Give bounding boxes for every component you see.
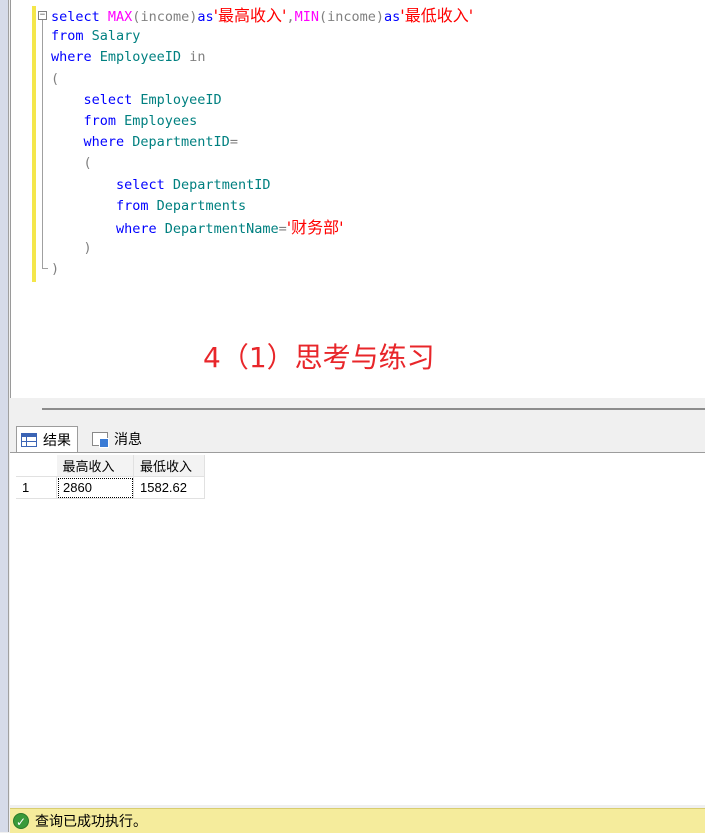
tab-results-label: 结果	[43, 431, 71, 448]
tab-results[interactable]: 结果	[16, 426, 78, 452]
code-line[interactable]: from Employees	[51, 111, 473, 132]
column-header-max-income[interactable]: 最高收入	[56, 455, 134, 477]
code-line[interactable]: select MAX(income)as'最高收入',MIN(income)as…	[51, 5, 473, 26]
annotation-text: 4（1）思考与练习	[203, 341, 435, 374]
code-token: select	[51, 9, 108, 25]
code-token: where	[51, 134, 133, 151]
results-tabs: 结果 消息	[10, 424, 705, 452]
code-token: as	[384, 9, 401, 25]
code-line[interactable]: where DepartmentID=	[51, 132, 473, 153]
results-grid-pane[interactable]: 最高收入 最低收入 1 2860 1582.62	[10, 452, 705, 805]
code-token: DepartmentID	[172, 176, 271, 193]
code-line[interactable]: (	[51, 69, 473, 90]
messages-icon	[92, 432, 109, 448]
splitter-line	[42, 408, 705, 410]
window-edge	[0, 0, 9, 832]
code-line[interactable]: from Departments	[51, 196, 473, 217]
code-token: )	[51, 261, 60, 278]
change-tracking-bar	[32, 6, 36, 282]
row-header-corner[interactable]	[16, 455, 57, 477]
cell-min-income[interactable]: 1582.62	[133, 476, 205, 499]
code-token: Departments	[156, 197, 247, 214]
code-line[interactable]: )	[51, 259, 473, 280]
grid-icon	[21, 432, 37, 447]
code-token: '最低收入'	[400, 6, 474, 25]
code-token: select	[51, 91, 141, 108]
code-token: income	[140, 9, 190, 25]
code-token: from	[51, 28, 92, 45]
code-token: MIN	[294, 9, 319, 25]
query-editor[interactable]: − select MAX(income)as'最高收入',MIN(income)…	[10, 0, 705, 398]
sql-code[interactable]: select MAX(income)as'最高收入',MIN(income)as…	[51, 5, 473, 280]
collapse-icon[interactable]: −	[38, 11, 47, 20]
code-token: select	[51, 176, 173, 193]
code-token: where	[51, 49, 100, 66]
row-number[interactable]: 1	[16, 476, 57, 499]
code-line[interactable]: select DepartmentID	[51, 175, 473, 196]
code-token: Salary	[91, 28, 141, 45]
code-token: =	[229, 134, 238, 151]
code-token: where	[51, 220, 165, 237]
code-token: )	[51, 240, 92, 257]
code-token: '财务部'	[286, 217, 344, 237]
code-line[interactable]: from Salary	[51, 26, 473, 47]
tab-messages-label: 消息	[114, 431, 142, 447]
check-icon: ✓	[13, 813, 29, 829]
code-token: DepartmentID	[132, 134, 230, 151]
code-token: DepartmentName	[164, 220, 279, 237]
code-line[interactable]: where DepartmentName='财务部'	[51, 217, 473, 238]
code-line[interactable]: )	[51, 238, 473, 259]
code-token: Employees	[124, 112, 198, 129]
code-token: (	[318, 9, 328, 25]
status-message: 查询已成功执行。	[35, 813, 147, 829]
outline-guide-end	[42, 268, 48, 269]
code-line[interactable]: (	[51, 153, 473, 174]
editor-gutter	[11, 0, 33, 398]
tab-messages[interactable]: 消息	[88, 426, 148, 452]
results-grid: 最高收入 最低收入 1 2860 1582.62	[16, 455, 205, 499]
code-line[interactable]: select EmployeeID	[51, 90, 473, 111]
pane-splitter[interactable]	[10, 398, 705, 420]
status-bar: ✓ 查询已成功执行。	[10, 808, 705, 833]
code-token: from	[51, 197, 157, 214]
code-token: (	[51, 70, 60, 87]
code-token: in	[189, 49, 206, 66]
cell-max-income[interactable]: 2860	[56, 476, 134, 499]
code-token: EmployeeID	[140, 91, 222, 108]
code-token: EmployeeID	[99, 49, 190, 66]
code-line[interactable]: where EmployeeID in	[51, 47, 473, 68]
column-header-min-income[interactable]: 最低收入	[133, 455, 205, 477]
code-token: income	[327, 9, 376, 25]
code-token: (	[51, 155, 92, 172]
code-token: =	[278, 220, 287, 237]
code-token: ,	[286, 9, 295, 25]
code-token: as	[197, 9, 214, 25]
outline-guide	[42, 20, 43, 268]
code-token: from	[51, 112, 125, 129]
code-token: '最高收入'	[213, 6, 287, 25]
code-token: )	[375, 9, 385, 25]
table-row: 1 2860 1582.62	[16, 476, 205, 499]
code-token: MAX	[107, 9, 133, 25]
